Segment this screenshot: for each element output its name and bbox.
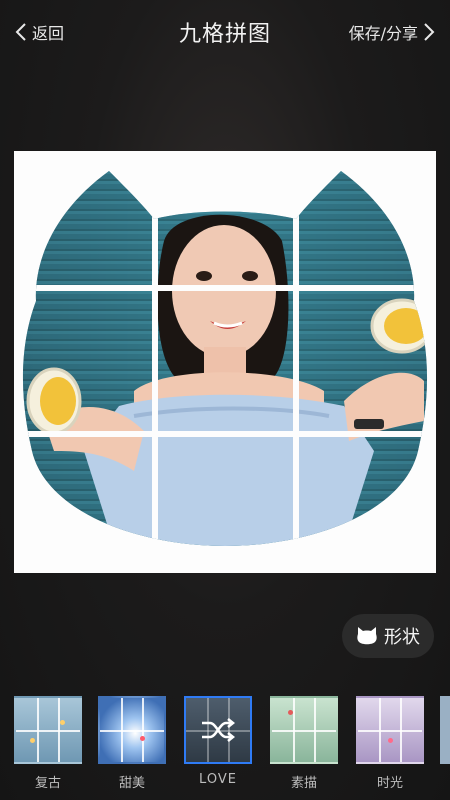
cat-head-icon [356, 626, 378, 646]
filter-thumbnail [98, 696, 166, 764]
shuffle-icon [200, 716, 236, 748]
filter-item-partial[interactable] [440, 696, 450, 764]
light-bulb-icon [30, 738, 35, 743]
filter-label: 素描 [290, 776, 317, 791]
shape-label: 形状 [384, 627, 420, 648]
filter-item-time[interactable]: 时光 [356, 696, 424, 791]
light-bulb-icon [60, 720, 65, 725]
light-bulb-icon [140, 736, 145, 741]
filter-thumbnail [440, 696, 450, 764]
top-bar: 返回 九格拼图 保存/分享 [0, 0, 450, 64]
save-share-label: 保存/分享 [348, 24, 418, 43]
filter-strip: 复古 甜美 LOVE 素描 时光 [0, 696, 450, 800]
grid-line [272, 730, 336, 732]
chevron-right-icon [422, 22, 436, 42]
filter-thumbnail [184, 696, 252, 764]
save-share-button[interactable]: 保存/分享 [349, 18, 436, 46]
filter-thumbnail [356, 696, 424, 764]
filter-label: LOVE [199, 772, 237, 787]
shape-button[interactable]: 形状 [342, 614, 434, 658]
light-bulb-icon [288, 710, 293, 715]
filter-item-retro[interactable]: 复古 [14, 696, 82, 791]
filter-label: 复古 [34, 776, 61, 791]
collage-canvas [14, 151, 436, 573]
cat-shape-collage[interactable] [14, 151, 436, 573]
filter-label: 甜美 [118, 776, 145, 791]
grid-line [16, 730, 80, 732]
filter-thumbnail [14, 696, 82, 764]
filter-item-love[interactable]: LOVE [184, 696, 252, 787]
grid-line [358, 730, 422, 732]
light-bulb-icon [388, 738, 393, 743]
filter-item-sketch[interactable]: 素描 [270, 696, 338, 791]
grid-line [100, 730, 164, 732]
filter-item-sweet[interactable]: 甜美 [98, 696, 166, 791]
filter-thumbnail [270, 696, 338, 764]
filter-label: 时光 [376, 776, 403, 791]
